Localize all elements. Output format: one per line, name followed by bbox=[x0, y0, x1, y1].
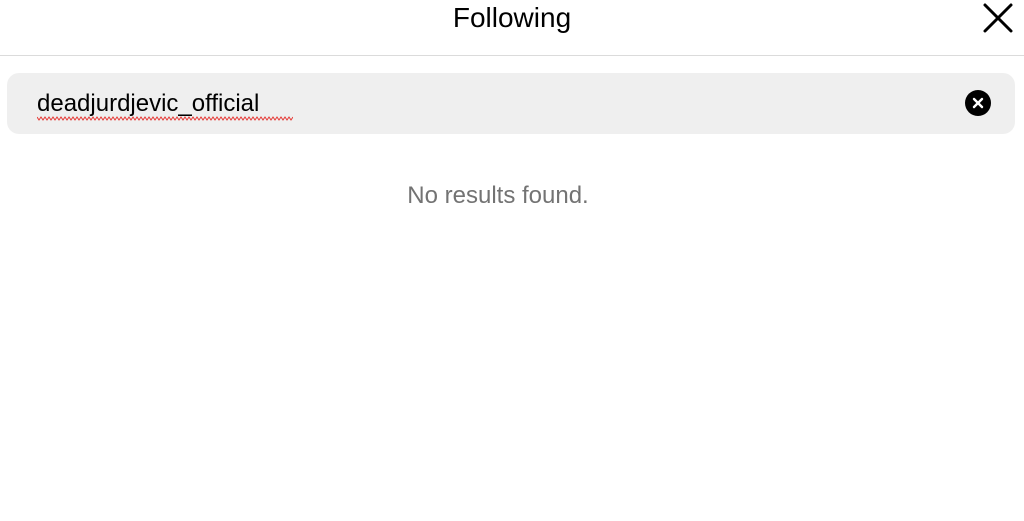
search-input[interactable] bbox=[37, 73, 937, 134]
dialog-title: Following bbox=[452, 2, 572, 33]
results-list: No results found. bbox=[0, 134, 1024, 521]
clear-circle-icon[interactable] bbox=[965, 90, 991, 116]
dialog-header: Following bbox=[0, 0, 1024, 56]
close-icon bbox=[983, 3, 1013, 33]
spellcheck-underline bbox=[37, 116, 293, 121]
following-dialog: Following No results found. bbox=[0, 0, 1024, 521]
close-button[interactable] bbox=[980, 0, 1016, 36]
search-bar bbox=[7, 73, 1015, 134]
no-results-message: No results found. bbox=[407, 182, 589, 209]
